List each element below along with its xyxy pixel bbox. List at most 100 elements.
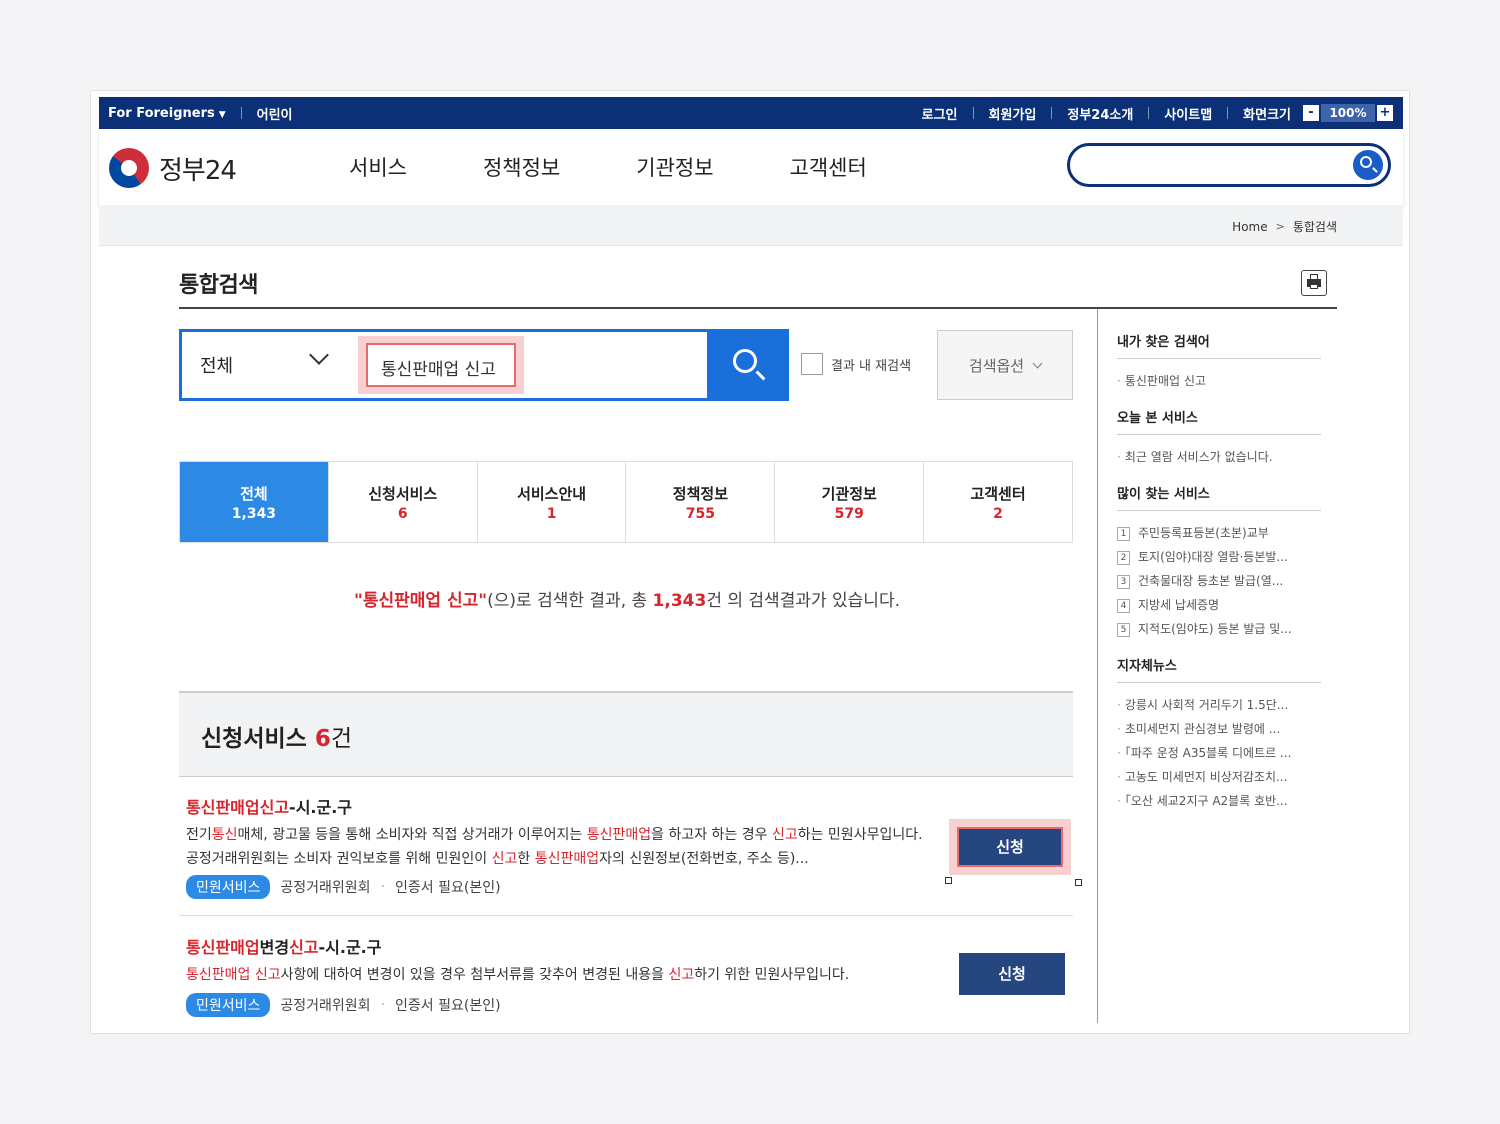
summary-mid: (으)로 검색한 결과, 총 (487, 591, 653, 611)
tab-apply-services[interactable]: 신청서비스 6 (329, 462, 478, 542)
search-options-button[interactable]: 검색옵션 (937, 330, 1073, 400)
main-nav: 서비스 정책정보 기관정보 고객센터 (349, 129, 943, 205)
news-item[interactable]: · 강릉시 사회적 거리두기 1.5단... (1117, 693, 1321, 717)
local-news-panel: 지자체뉴스 · 강릉시 사회적 거리두기 1.5단... · 초미세먼지 관심경보 … (1117, 655, 1321, 813)
description-text: 을 하고자 하는 경우 (651, 827, 772, 843)
print-button[interactable] (1301, 270, 1327, 296)
service-description: 통신판매업 신고사항에 대하여 변경이 있을 경우 첨부서류를 갖추어 변경된 … (186, 963, 936, 987)
meta-separator: · (380, 879, 386, 895)
tab-count: 755 (685, 505, 716, 522)
search-query-input[interactable]: 통신판매업 신고 (366, 343, 516, 387)
service-cert: 인증서 필요(본인) (395, 880, 501, 896)
popular-services-title: 많이 찾는 서비스 (1117, 483, 1321, 511)
breadcrumb-current: 통합검색 (1292, 220, 1337, 234)
service-meta: 민원서비스 공정거래위원회 · 인증서 필요(본인) (186, 875, 501, 899)
popular-item[interactable]: 2 토지(임야)대장 열람·등본발... (1117, 545, 1321, 569)
service-title[interactable]: 통신판매업신고-시.군.구 (186, 794, 352, 818)
keyword-highlight: 신고 (668, 967, 695, 983)
news-item[interactable]: · 「파주 운정 A35블록 디에트르 ... (1117, 741, 1321, 765)
chevron-right-icon: > (1275, 220, 1285, 233)
category-select[interactable]: 전체 (200, 352, 233, 378)
tab-service-guide[interactable]: 서비스안내 1 (478, 462, 627, 542)
font-size-label: 화면크기 (1243, 107, 1291, 123)
service-cert: 인증서 필요(본인) (395, 998, 501, 1014)
chevron-down-icon[interactable] (309, 345, 329, 365)
search-options-label: 검색옵션 (968, 356, 1025, 375)
recheck-checkbox[interactable] (801, 353, 823, 375)
news-item[interactable]: · 「오산 세교2지구 A2블록 호반... (1117, 789, 1321, 813)
apply-button[interactable]: 신청 (957, 827, 1063, 867)
news-item[interactable]: · 초미세먼지 관심경보 발령에 ... (1117, 717, 1321, 741)
tab-label: 고객센터 (970, 484, 1026, 503)
my-keyword-item[interactable]: · 통신판매업 신고 (1117, 369, 1321, 393)
recheck-option[interactable]: 결과 내 재검색 (801, 353, 911, 375)
nav-support[interactable]: 고객센터 (790, 152, 867, 182)
breadcrumb-bar: Home > 통합검색 (99, 205, 1403, 246)
service-title[interactable]: 통신판매업변경신고-시.군.구 (186, 934, 381, 958)
site-logo[interactable]: 정부24 (109, 147, 237, 189)
popular-item[interactable]: 1 주민등록표등본(초본)교부 (1117, 521, 1321, 545)
recheck-label: 결과 내 재검색 (831, 358, 912, 374)
service-type-badge: 민원서비스 (186, 993, 271, 1017)
description-text: 한 (517, 851, 535, 867)
popular-item[interactable]: 5 지적도(임야도) 등본 발급 및... (1117, 617, 1321, 641)
main-search-button[interactable] (707, 329, 789, 401)
login-link[interactable]: 로그인 (922, 104, 958, 123)
tab-count: 2 (993, 505, 1003, 522)
utility-bar: For Foreigners ▼ 어린이 로그인 회원가입 정부24소개 사이트맵… (99, 97, 1403, 129)
taegeuk-logo-icon (109, 148, 149, 188)
summary-tail: 건 의 검색결과가 있습니다. (706, 591, 900, 611)
section-title: 신청서비스 6건 (201, 726, 352, 752)
search-query-text: 통신판매업 신고 (381, 360, 496, 380)
keyword-highlight: 통신판매업 (534, 851, 600, 867)
nav-agency[interactable]: 기관정보 (636, 152, 713, 182)
my-keywords-title: 내가 찾은 검색어 (1117, 331, 1321, 359)
tab-all[interactable]: 전체 1,343 (180, 462, 329, 542)
summary-total: 1,343 (652, 591, 707, 611)
description-text: 하기 위한 민원사무입니다. (694, 967, 850, 983)
breadcrumb-home[interactable]: Home (1232, 220, 1267, 234)
tab-support[interactable]: 고객센터 2 (924, 462, 1072, 542)
signup-link[interactable]: 회원가입 (989, 104, 1037, 123)
intro-link[interactable]: 정부24소개 (1067, 104, 1133, 123)
sitemap-link[interactable]: 사이트맵 (1164, 104, 1212, 123)
selection-handle (1075, 879, 1082, 886)
for-foreigners-link[interactable]: For Foreigners ▼ (108, 106, 226, 121)
section-header: 신청서비스 6건 (179, 691, 1073, 777)
tab-label: 기관정보 (821, 484, 877, 503)
description-text: 매체, 광고물 등을 통해 소비자와 직접 상거래가 이루어지는 (237, 827, 587, 843)
service-agency: 공정거래위원회 (280, 880, 371, 896)
service-item: 통신판매업신고-시.군.구 전기통신매체, 광고물 등을 통해 소비자와 직접 … (179, 791, 1082, 916)
tab-label: 정책정보 (672, 484, 728, 503)
nav-policy[interactable]: 정책정보 (483, 152, 560, 182)
summary-query: "통신판매업 신고" (354, 591, 488, 611)
description-text: 전기 (186, 827, 212, 843)
tab-policy[interactable]: 정책정보 755 (626, 462, 776, 542)
news-item[interactable]: · 고농도 미세먼지 비상저감조치... (1117, 765, 1321, 789)
tab-agency[interactable]: 기관정보 579 (775, 462, 925, 542)
keyword-highlight: 통신 (211, 827, 238, 843)
popular-item[interactable]: 3 건축물대장 등초본 발급(열... (1117, 569, 1321, 593)
keyword-highlight: 신고 (771, 827, 798, 843)
viewed-empty-message: · 최근 열람 서비스가 없습니다. (1117, 450, 1273, 464)
main-search-box: 전체 통신판매업 신고 (179, 329, 789, 401)
selection-handle (945, 877, 952, 884)
service-item: 통신판매업변경신고-시.군.구 통신판매업 신고사항에 대하여 변경이 있을 경… (179, 931, 1073, 1031)
apply-button[interactable]: 신청 (959, 953, 1065, 995)
browser-frame: For Foreigners ▼ 어린이 로그인 회원가입 정부24소개 사이트맵… (90, 90, 1410, 1034)
divider (1051, 107, 1053, 119)
zoom-level: 100% (1321, 104, 1375, 122)
kids-link[interactable]: 어린이 (257, 104, 293, 123)
zoom-in-button[interactable]: + (1377, 105, 1393, 121)
result-tabs: 전체 1,343 신청서비스 6 서비스안내 1 정책정보 755 기관정보 5… (179, 461, 1073, 543)
printer-icon (1307, 274, 1321, 289)
keyword-highlight: 통신판매업 (586, 827, 652, 843)
viewed-services-title: 오늘 본 서비스 (1117, 407, 1321, 435)
header-search-input[interactable] (1084, 152, 1348, 180)
local-news-title: 지자체뉴스 (1117, 655, 1321, 683)
nav-services[interactable]: 서비스 (349, 152, 407, 182)
popular-item[interactable]: 4 지방세 납세증명 (1117, 593, 1321, 617)
zoom-out-button[interactable]: - (1303, 105, 1319, 121)
tab-count: 579 (834, 505, 864, 522)
header-search-button[interactable] (1353, 150, 1383, 180)
